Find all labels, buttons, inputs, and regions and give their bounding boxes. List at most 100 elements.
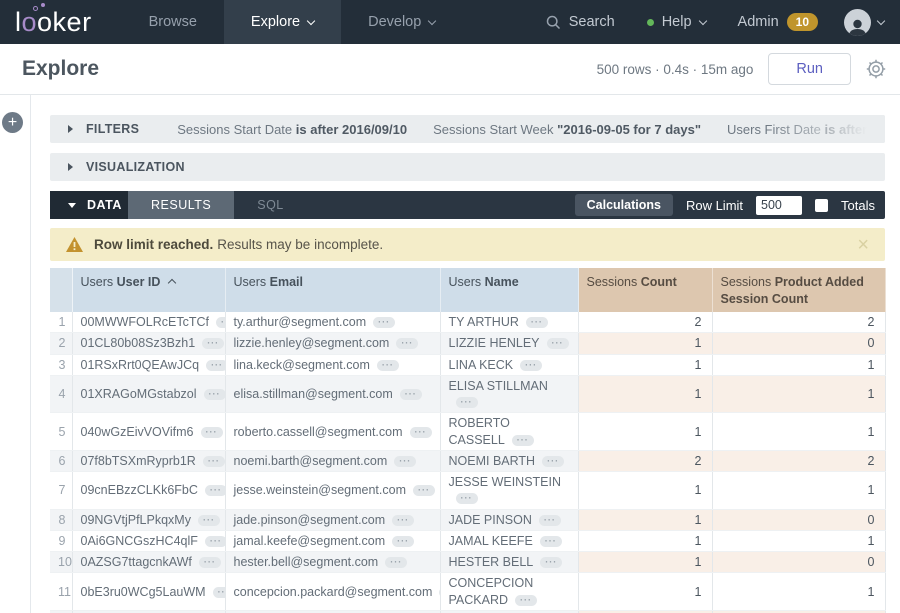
cell-product-added-count[interactable]: 1 <box>712 413 885 451</box>
filter-item[interactable]: Users First Date is after 2016/09/10 <box>727 122 885 137</box>
cell-menu-icon[interactable] <box>515 595 537 606</box>
cell-name[interactable]: CONCEPCION PACKARD <box>440 573 578 611</box>
column-header-sessions-count[interactable]: Sessions Count <box>578 268 712 312</box>
cell-sessions-count[interactable]: 1 <box>578 375 712 413</box>
cell-product-added-count[interactable]: 1 <box>712 573 885 611</box>
looker-logo[interactable]: looker <box>0 0 122 44</box>
cell-user-id[interactable]: 01XRAGoMGstabzol <box>72 375 225 413</box>
cell-product-added-count[interactable]: 0 <box>712 552 885 573</box>
cell-menu-icon[interactable] <box>394 456 416 467</box>
column-header-user-id[interactable]: Users User ID <box>72 268 225 312</box>
cell-menu-icon[interactable] <box>198 515 220 526</box>
cell-menu-icon[interactable] <box>392 515 414 526</box>
cell-name[interactable]: JADE PINSON <box>440 509 578 530</box>
cell-menu-icon[interactable] <box>512 435 534 446</box>
cell-sessions-count[interactable]: 1 <box>578 472 712 510</box>
cell-product-added-count[interactable]: 0 <box>712 509 885 530</box>
cell-name[interactable]: NOEMI BARTH <box>440 450 578 471</box>
cell-menu-icon[interactable] <box>205 536 225 547</box>
cell-sessions-count[interactable]: 1 <box>578 354 712 375</box>
cell-menu-icon[interactable] <box>547 338 569 349</box>
cell-product-added-count[interactable]: 2 <box>712 450 885 471</box>
cell-product-added-count[interactable]: 1 <box>712 530 885 551</box>
cell-name[interactable]: HESTER BELL <box>440 552 578 573</box>
cell-user-id[interactable]: 040wGzEivVOVifm6 <box>72 413 225 451</box>
cell-menu-icon[interactable] <box>396 338 418 349</box>
cell-sessions-count[interactable]: 1 <box>578 413 712 451</box>
cell-menu-icon[interactable] <box>373 317 395 328</box>
filter-item[interactable]: Sessions Start Week "2016-09-05 for 7 da… <box>433 122 701 137</box>
cell-name[interactable]: LIZZIE HENLEY <box>440 333 578 354</box>
column-header-product-added-session-count[interactable]: Sessions Product Added Session Count <box>712 268 885 312</box>
cell-menu-icon[interactable] <box>213 587 225 598</box>
cell-user-id[interactable]: 07f8bTSXmRyprb1R <box>72 450 225 471</box>
expand-field-picker-button[interactable]: + <box>2 112 23 133</box>
cell-user-id[interactable]: 0bE3ru0WCg5LauWM <box>72 573 225 611</box>
cell-menu-icon[interactable] <box>377 360 399 371</box>
cell-menu-icon[interactable] <box>540 536 562 547</box>
cell-menu-icon[interactable] <box>385 557 407 568</box>
nav-item-explore[interactable]: Explore <box>224 0 341 44</box>
user-menu[interactable] <box>834 9 900 36</box>
cell-email[interactable]: hester.bell@segment.com <box>225 552 440 573</box>
cell-user-id[interactable]: 0AZSG7ttagcnkAWf <box>72 552 225 573</box>
cell-sessions-count[interactable]: 2 <box>578 450 712 471</box>
cell-menu-icon[interactable] <box>520 360 542 371</box>
row-limit-input[interactable] <box>756 196 802 215</box>
filter-item[interactable]: Sessions Start Date is after 2016/09/10 <box>177 122 407 137</box>
cell-email[interactable]: elisa.stillman@segment.com <box>225 375 440 413</box>
column-header-name[interactable]: Users Name <box>440 268 578 312</box>
cell-user-id[interactable]: 09NGVtjPfLPkqxMy <box>72 509 225 530</box>
cell-product-added-count[interactable]: 1 <box>712 375 885 413</box>
nav-item-browse[interactable]: Browse <box>122 0 224 44</box>
cell-menu-icon[interactable] <box>456 493 478 504</box>
visualization-section-bar[interactable]: VISUALIZATION <box>50 153 885 181</box>
cell-sessions-count[interactable]: 1 <box>578 552 712 573</box>
cell-email[interactable]: noemi.barth@segment.com <box>225 450 440 471</box>
cell-email[interactable]: jade.pinson@segment.com <box>225 509 440 530</box>
cell-menu-icon[interactable] <box>542 456 564 467</box>
cell-sessions-count[interactable]: 1 <box>578 573 712 611</box>
cell-product-added-count[interactable]: 1 <box>712 472 885 510</box>
cell-email[interactable]: concepcion.packard@segment.com <box>225 573 440 611</box>
cell-user-id[interactable]: 01CL80b08Sz3Bzh1 <box>72 333 225 354</box>
calculations-button[interactable]: Calculations <box>575 194 673 216</box>
cell-menu-icon[interactable] <box>410 427 432 438</box>
gear-icon[interactable] <box>866 59 886 79</box>
cell-email[interactable]: lina.keck@segment.com <box>225 354 440 375</box>
cell-email[interactable]: roberto.cassell@segment.com <box>225 413 440 451</box>
nav-item-develop[interactable]: Develop <box>341 0 462 44</box>
cell-menu-icon[interactable] <box>539 515 561 526</box>
cell-product-added-count[interactable]: 1 <box>712 354 885 375</box>
nav-admin[interactable]: Admin 10 <box>722 13 834 31</box>
cell-menu-icon[interactable] <box>413 485 435 496</box>
cell-menu-icon[interactable] <box>202 338 224 349</box>
cell-email[interactable]: jamal.keefe@segment.com <box>225 530 440 551</box>
cell-menu-icon[interactable] <box>199 557 221 568</box>
close-icon[interactable]: × <box>857 235 869 255</box>
cell-sessions-count[interactable]: 2 <box>578 312 712 333</box>
cell-name[interactable]: JAMAL KEEFE <box>440 530 578 551</box>
totals-checkbox[interactable] <box>815 199 828 212</box>
tab-sql[interactable]: SQL <box>234 191 307 219</box>
cell-menu-icon[interactable] <box>400 389 422 400</box>
cell-menu-icon[interactable] <box>526 317 548 328</box>
cell-menu-icon[interactable] <box>216 317 225 328</box>
cell-user-id[interactable]: 01RSxRrt0QEAwJCq <box>72 354 225 375</box>
cell-menu-icon[interactable] <box>203 456 225 467</box>
cell-sessions-count[interactable]: 1 <box>578 530 712 551</box>
filters-section-bar[interactable]: FILTERS Sessions Start Date is after 201… <box>50 115 885 143</box>
cell-email[interactable]: lizzie.henley@segment.com <box>225 333 440 354</box>
cell-menu-icon[interactable] <box>540 557 562 568</box>
cell-sessions-count[interactable]: 1 <box>578 333 712 354</box>
run-button[interactable]: Run <box>768 53 851 85</box>
cell-email[interactable]: jesse.weinstein@segment.com <box>225 472 440 510</box>
cell-name[interactable]: LINA KECK <box>440 354 578 375</box>
cell-menu-icon[interactable] <box>456 397 478 408</box>
nav-help[interactable]: Help <box>631 14 722 30</box>
column-header-email[interactable]: Users Email <box>225 268 440 312</box>
cell-sessions-count[interactable]: 1 <box>578 509 712 530</box>
cell-name[interactable]: TY ARTHUR <box>440 312 578 333</box>
nav-search[interactable]: Search <box>530 14 631 30</box>
cell-email[interactable]: ty.arthur@segment.com <box>225 312 440 333</box>
